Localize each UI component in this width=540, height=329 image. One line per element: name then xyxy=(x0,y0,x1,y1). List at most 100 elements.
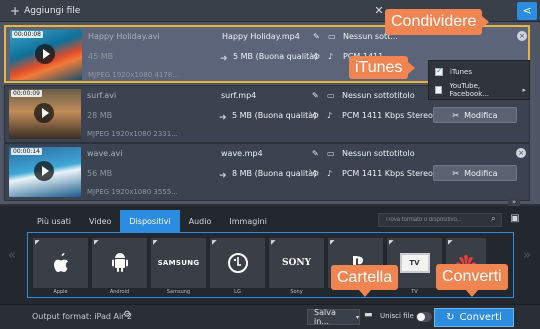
corner-mark-icon: ◤ xyxy=(212,239,217,246)
output-file-size[interactable]: 8 MB (Buona qualità) xyxy=(232,169,316,178)
tab-images[interactable]: Immagini xyxy=(220,210,275,232)
tv-icon: TV xyxy=(399,253,430,273)
subtitles-icon: ▭ xyxy=(327,91,335,100)
merge-files-toggle[interactable] xyxy=(416,312,432,322)
file-row[interactable]: 00:00:14 wave.avi 56 MB MJPEG 1920x1080 … xyxy=(4,143,530,201)
source-file-name: wave.avi xyxy=(87,149,123,158)
subtitles-icon: ▭ xyxy=(327,149,335,158)
convert-arrow-icon: ➜ xyxy=(219,113,227,123)
corner-mark-icon: ◤ xyxy=(389,239,394,246)
tab-video[interactable]: Video xyxy=(80,210,120,232)
callout-share: Condividere xyxy=(385,9,490,35)
callout-itunes: iTunes xyxy=(349,56,416,79)
output-file-size[interactable]: 5 MB (Buona qualità) xyxy=(233,52,317,61)
status-bar: Output format: iPad Air 2 ⚙ Salva in... … xyxy=(0,304,540,329)
output-file-name[interactable]: wave.mp4 xyxy=(221,149,263,158)
duration-badge: 00:00:14 xyxy=(11,148,42,155)
device-tile-lg[interactable]: ◤ LG xyxy=(210,238,265,296)
output-file-name[interactable]: Happy Holiday.mp4 xyxy=(222,32,300,41)
settings-gear-icon[interactable]: ⚙ xyxy=(312,169,319,178)
save-location-select[interactable]: Salva in... ▾ xyxy=(307,308,360,326)
magic-wand-icon[interactable]: ✕ xyxy=(372,4,386,18)
device-tile-apple[interactable]: ◤ Apple xyxy=(33,238,88,296)
subtitles-icon: ▭ xyxy=(328,32,336,41)
samsung-logo: SAMSUNG xyxy=(157,259,200,267)
checkbox-checked[interactable] xyxy=(435,66,443,76)
device-label: Sony xyxy=(290,289,303,295)
format-search-input[interactable] xyxy=(378,213,502,227)
tab-most-used[interactable]: Più usati xyxy=(28,210,80,232)
video-thumbnail[interactable]: 00:00:09 xyxy=(9,89,81,139)
source-file-size: 45 MB xyxy=(88,52,114,61)
rename-pencil-icon[interactable]: ✎ xyxy=(312,91,319,100)
file-list: 00:00:08 Happy Holiday.avi 45 MB MJPEG 1… xyxy=(0,22,540,204)
source-file-size: 56 MB xyxy=(87,169,113,178)
search-icon[interactable]: ⌕ xyxy=(491,214,495,224)
corner-mark-icon: ◤ xyxy=(94,239,99,246)
tab-devices[interactable]: Dispositivi xyxy=(120,210,180,232)
device-label: Samsung xyxy=(166,289,191,295)
edit-label: Modifica xyxy=(464,168,498,178)
device-tile-samsung[interactable]: ◤ SAMSUNG Samsung xyxy=(151,238,206,296)
checkbox-unchecked[interactable] xyxy=(435,86,443,94)
device-tile-sony[interactable]: ◤ SONY Sony xyxy=(269,238,324,296)
callout-folder: Cartella xyxy=(331,265,399,297)
scissors-icon: ✂ xyxy=(452,110,460,120)
menu-item-label: YouTube, Facebook... xyxy=(449,82,490,98)
convert-label: Converti xyxy=(459,312,502,323)
corner-mark-icon: ◤ xyxy=(330,239,335,246)
edit-button[interactable]: ✂ Modifica xyxy=(433,165,517,181)
audio-icon: ♪ xyxy=(328,52,334,61)
save-label: Salva in... xyxy=(314,308,336,326)
device-tile-android[interactable]: ◤ Android xyxy=(92,238,147,296)
scroll-left-icon[interactable]: « xyxy=(8,248,16,263)
corner-mark-icon: ◤ xyxy=(448,239,453,246)
rename-pencil-icon[interactable]: ✎ xyxy=(313,32,320,41)
audio-select[interactable]: PCM 1411 Kbps Stereo xyxy=(342,111,433,120)
add-files-label: Aggiungi file xyxy=(24,6,81,16)
scroll-right-icon[interactable]: » xyxy=(523,248,531,263)
share-button[interactable]: ⋖ xyxy=(517,2,537,20)
android-icon xyxy=(111,253,128,272)
edit-button[interactable]: ✂ Modifica xyxy=(433,107,517,123)
share-menu-item-itunes[interactable]: iTunes xyxy=(429,63,529,81)
duration-badge: 00:00:09 xyxy=(11,90,42,97)
rename-pencil-icon[interactable]: ✎ xyxy=(312,149,319,158)
audio-select[interactable]: PCM 1411 Kbps Stereo xyxy=(342,169,433,178)
device-label: LG xyxy=(234,289,241,295)
share-menu-item-youtube[interactable]: YouTube, Facebook... ▸ xyxy=(429,81,529,99)
callout-label: iTunes xyxy=(355,58,403,76)
callout-label: Converti xyxy=(442,268,502,285)
output-file-name[interactable]: surf.mp4 xyxy=(221,91,256,100)
subtitles-select[interactable]: Nessun sottotitolo xyxy=(342,91,415,100)
video-thumbnail[interactable]: 00:00:08 xyxy=(10,30,82,80)
play-icon[interactable] xyxy=(34,161,54,181)
audio-icon: ♪ xyxy=(327,111,333,120)
play-icon[interactable] xyxy=(35,44,55,64)
merge-files-label: Unisci file xyxy=(380,312,414,320)
video-thumbnail[interactable]: 00:00:14 xyxy=(9,147,81,197)
source-file-name: Happy Holiday.avi xyxy=(88,32,160,41)
apple-icon xyxy=(53,253,68,272)
convert-button[interactable]: ↻ Converti xyxy=(434,308,514,327)
folder-icon[interactable]: ▬ xyxy=(364,310,373,320)
corner-mark-icon: ◤ xyxy=(271,239,276,246)
tab-audio[interactable]: Audio xyxy=(180,210,221,232)
lg-logo xyxy=(227,253,248,273)
plus-icon: + xyxy=(10,4,21,18)
remove-file-icon[interactable]: × xyxy=(516,148,526,158)
corner-mark-icon: ◤ xyxy=(35,239,40,246)
remove-file-icon[interactable]: × xyxy=(517,31,527,41)
subtitles-select[interactable]: Nessun sottotitolo xyxy=(342,149,415,158)
format-tabs: Più usati Video Dispositivi Audio Immagi… xyxy=(28,210,276,232)
add-files-button[interactable]: + Aggiungi file xyxy=(4,3,86,19)
detect-device-icon[interactable]: ▣ xyxy=(507,211,523,227)
play-icon[interactable] xyxy=(34,103,54,123)
output-settings-gear-icon[interactable]: ⚙ xyxy=(123,310,131,320)
settings-gear-icon[interactable]: ⚙ xyxy=(313,52,320,61)
menu-item-label: iTunes xyxy=(450,68,472,76)
convert-arrow-icon: ➜ xyxy=(219,171,227,181)
settings-gear-icon[interactable]: ⚙ xyxy=(312,111,319,120)
output-file-size[interactable]: 5 MB (Buona qualità) xyxy=(232,111,316,120)
submenu-arrow-icon: ▸ xyxy=(522,86,526,94)
